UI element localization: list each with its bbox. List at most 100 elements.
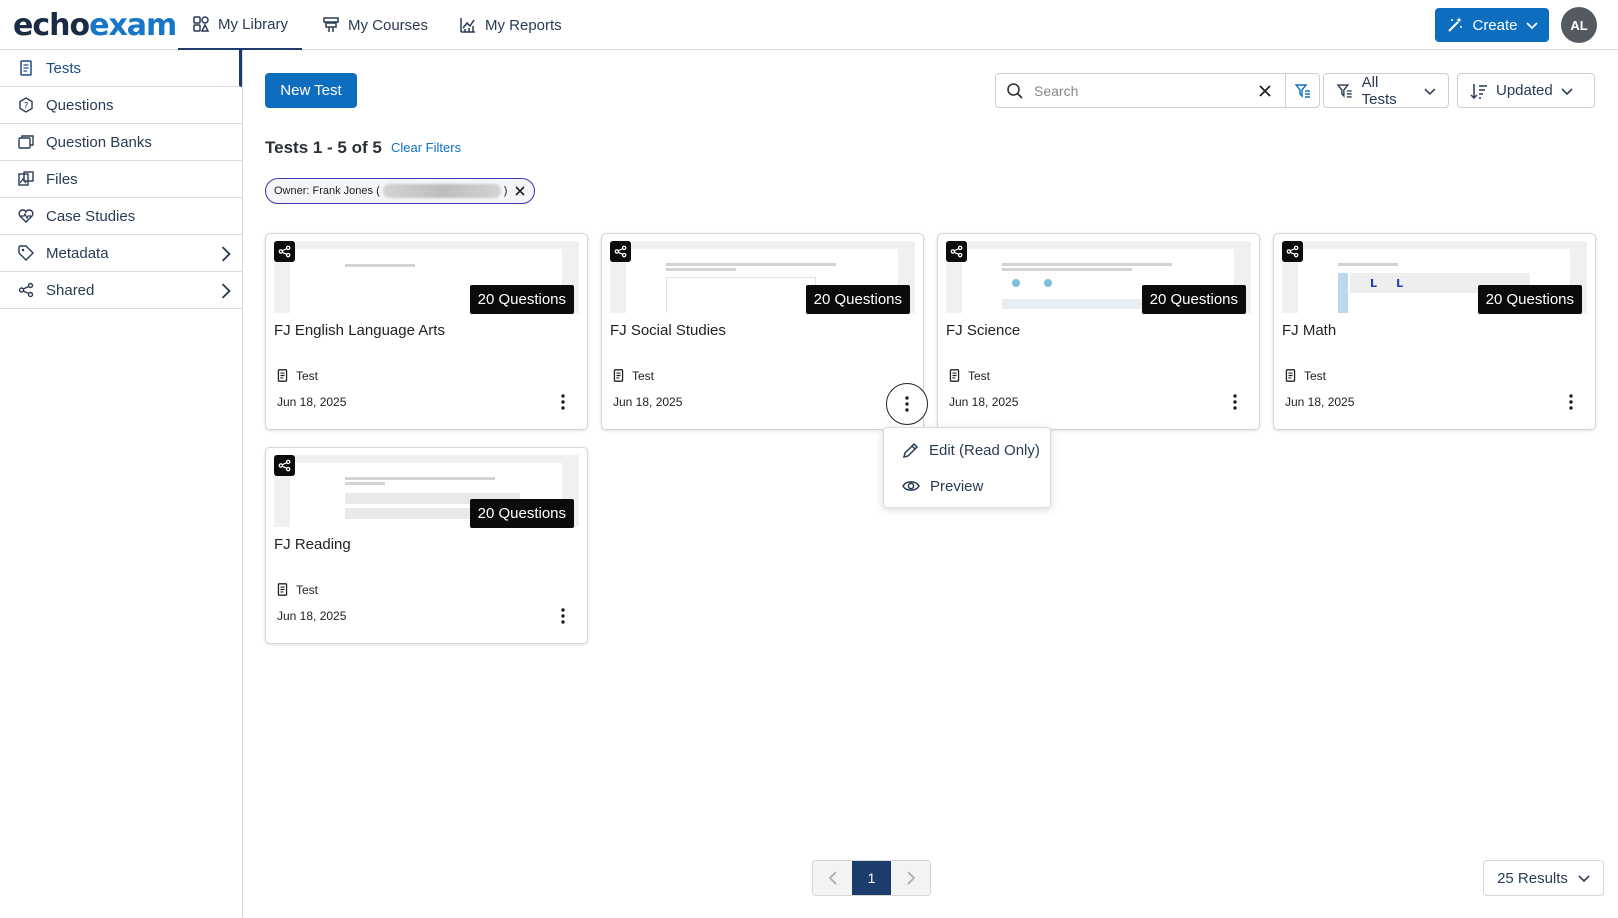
magic-wand-icon	[1448, 17, 1463, 32]
svg-text:?: ?	[24, 102, 29, 112]
all-tests-dropdown[interactable]: All Tests	[1323, 73, 1449, 108]
all-tests-label: All Tests	[1361, 73, 1397, 108]
page-number-button[interactable]: 1	[852, 861, 891, 895]
chevron-left-icon	[828, 871, 837, 885]
test-card[interactable]: L L 20 Questions FJ Math Test Jun 18, 20…	[1273, 233, 1596, 430]
card-type: Test	[1284, 368, 1326, 383]
menu-item-label: Edit (Read Only)	[929, 441, 1040, 459]
card-title[interactable]: FJ Reading	[274, 536, 351, 553]
test-doc-icon	[277, 583, 288, 596]
shared-badge	[1282, 241, 1303, 262]
question-count-badge: 20 Questions	[1141, 285, 1246, 314]
share-icon	[950, 245, 963, 258]
card-date: Jun 18, 2025	[1285, 395, 1355, 409]
test-doc-icon	[613, 369, 624, 382]
previous-page-button[interactable]	[813, 861, 852, 895]
more-options-button[interactable]	[551, 604, 575, 628]
card-title[interactable]: FJ English Language Arts	[274, 322, 445, 339]
kebab-menu-icon	[1233, 394, 1237, 410]
sort-label: Updated	[1496, 82, 1553, 99]
card-date: Jun 18, 2025	[277, 609, 347, 623]
tests-count-heading: Tests 1 - 5 of 5	[265, 138, 382, 157]
sidebar-item-label: Case Studies	[46, 207, 136, 225]
share-icon	[18, 282, 34, 298]
search-box	[995, 73, 1320, 108]
sidebar: Tests ? Questions Question Banks Files C…	[0, 50, 243, 918]
test-doc-icon	[949, 369, 960, 382]
test-card[interactable]: 20 Questions FJ Social Studies Test Jun …	[601, 233, 928, 430]
sidebar-item-tests[interactable]: Tests	[0, 50, 242, 87]
kebab-menu-icon	[561, 608, 565, 624]
top-nav-bar: echoexam My Library My Courses My Report…	[0, 0, 1618, 50]
card-title[interactable]: FJ Math	[1282, 322, 1336, 339]
card-title[interactable]: FJ Social Studies	[610, 322, 726, 339]
tab-my-courses-label: My Courses	[348, 16, 429, 34]
test-doc-icon	[1285, 369, 1296, 382]
more-options-button[interactable]	[551, 390, 575, 414]
shared-badge	[274, 241, 295, 262]
kebab-menu-icon	[1569, 394, 1573, 410]
create-button-label: Create	[1472, 16, 1518, 34]
tab-my-library[interactable]: My Library	[178, 0, 302, 50]
tab-my-courses[interactable]: My Courses	[322, 0, 428, 50]
user-avatar[interactable]: AL	[1561, 7, 1597, 43]
chevron-right-icon	[221, 283, 231, 299]
test-card[interactable]: 20 Questions FJ Science Test Jun 18, 202…	[937, 233, 1260, 430]
remove-chip-icon[interactable]	[514, 185, 526, 197]
chip-owner-label: Owner: Frank Jones (	[274, 185, 380, 197]
search-input[interactable]	[1034, 82, 1254, 99]
test-card[interactable]: 20 Questions FJ Reading Test Jun 18, 202…	[265, 447, 588, 644]
sidebar-item-metadata[interactable]: Metadata	[0, 235, 242, 272]
card-context-menu: Edit (Read Only) Preview	[883, 427, 1051, 508]
pencil-icon	[902, 442, 919, 458]
more-options-button[interactable]	[1223, 390, 1247, 414]
card-type: Test	[612, 368, 654, 383]
sidebar-item-shared[interactable]: Shared	[0, 272, 242, 309]
chevron-right-icon	[906, 871, 915, 885]
test-card[interactable]: 20 Questions FJ English Language Arts Te…	[265, 233, 588, 430]
more-options-button[interactable]	[886, 383, 928, 425]
question-count-badge: 20 Questions	[805, 285, 910, 314]
chevron-right-icon	[221, 246, 231, 262]
menu-item-preview[interactable]: Preview	[884, 468, 1050, 504]
sidebar-item-case-studies[interactable]: Case Studies	[0, 198, 242, 235]
tab-my-library-label: My Library	[217, 15, 288, 33]
advanced-filter-button[interactable]	[1285, 74, 1319, 107]
menu-item-edit-read-only[interactable]: Edit (Read Only)	[884, 432, 1050, 468]
more-options-button[interactable]	[1559, 390, 1583, 414]
sidebar-item-label: Shared	[46, 281, 95, 299]
shared-badge	[946, 241, 967, 262]
card-type-label: Test	[1304, 368, 1327, 383]
card-date: Jun 18, 2025	[613, 395, 683, 409]
redacted-email	[382, 184, 501, 198]
question-icon: ?	[19, 97, 33, 113]
sidebar-item-label: Question Banks	[46, 133, 152, 151]
sidebar-item-files[interactable]: Files	[0, 161, 242, 198]
card-date: Jun 18, 2025	[277, 395, 347, 409]
clear-filters-link[interactable]: Clear Filters	[391, 140, 461, 155]
results-per-page-dropdown[interactable]: 25 Results	[1483, 860, 1604, 896]
echoexam-logo[interactable]: echoexam	[13, 8, 177, 43]
create-button[interactable]: Create	[1435, 8, 1549, 42]
pagination: 1	[812, 860, 931, 896]
card-title[interactable]: FJ Science	[946, 322, 1020, 339]
eye-icon	[902, 481, 920, 491]
tag-icon	[18, 245, 34, 261]
test-doc-icon	[277, 369, 288, 382]
card-type-label: Test	[632, 368, 655, 383]
sort-dropdown[interactable]: Updated	[1457, 73, 1595, 108]
card-type: Test	[276, 368, 318, 383]
clear-search-icon[interactable]	[1256, 82, 1274, 100]
sidebar-item-questions[interactable]: ? Questions	[0, 87, 242, 124]
logo-echo-text: echo	[13, 8, 90, 43]
courses-icon	[323, 17, 339, 32]
filter-list-icon	[1336, 83, 1352, 98]
next-page-button[interactable]	[891, 861, 930, 895]
test-doc-icon	[20, 60, 32, 76]
menu-item-label: Preview	[930, 477, 984, 495]
sidebar-item-question-banks[interactable]: Question Banks	[0, 124, 242, 161]
new-test-button[interactable]: New Test	[265, 73, 357, 108]
reports-icon	[460, 18, 475, 33]
tab-my-reports[interactable]: My Reports	[459, 0, 562, 50]
logo-exam-text: exam	[89, 8, 177, 43]
